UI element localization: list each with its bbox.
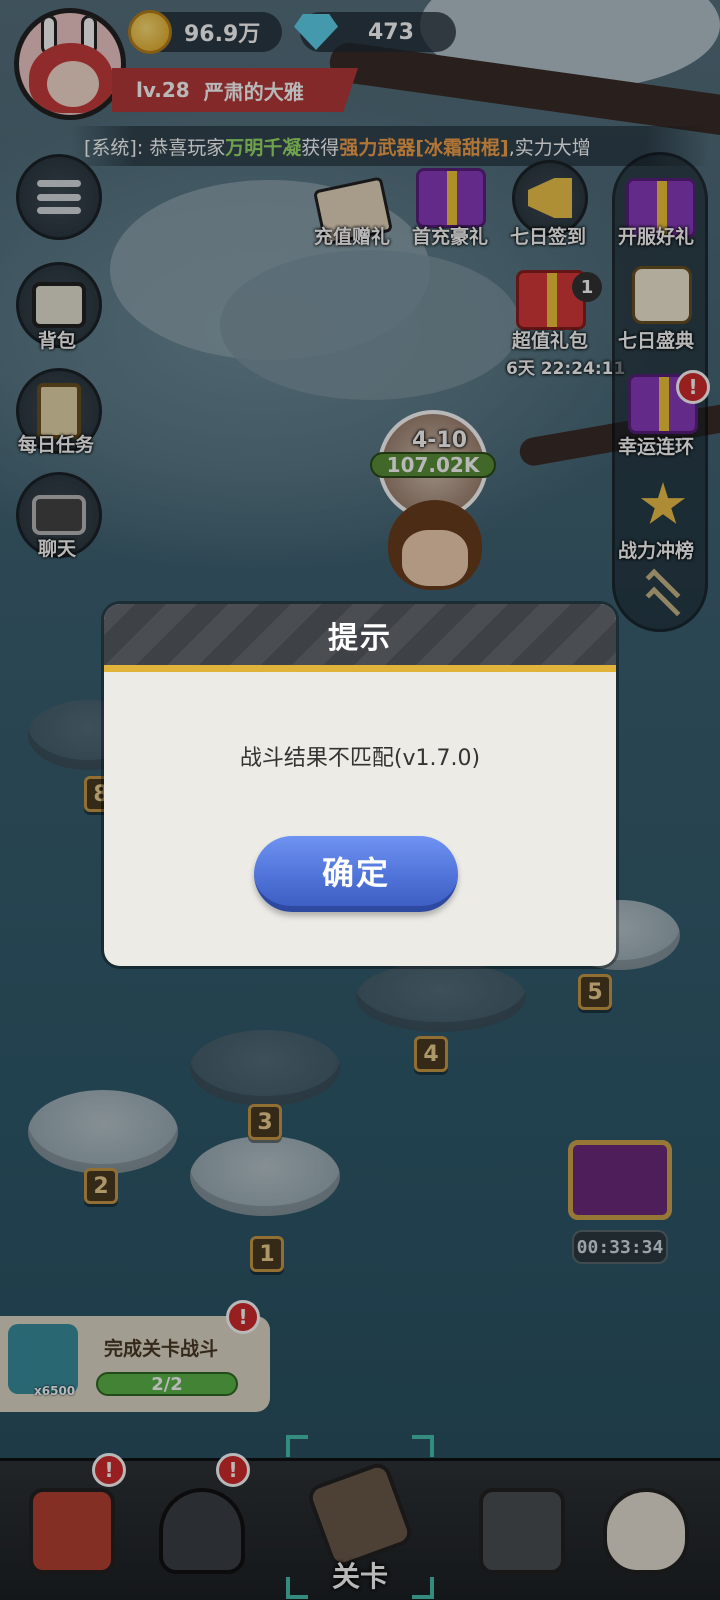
dialog-header: 提示 (104, 604, 616, 672)
confirm-button[interactable]: 确定 (254, 836, 458, 912)
dialog-title: 提示 (328, 620, 392, 656)
alert-dialog: 提示 战斗结果不匹配(v1.7.0) 确定 (104, 604, 616, 966)
dialog-message: 战斗结果不匹配(v1.7.0) (239, 746, 481, 771)
